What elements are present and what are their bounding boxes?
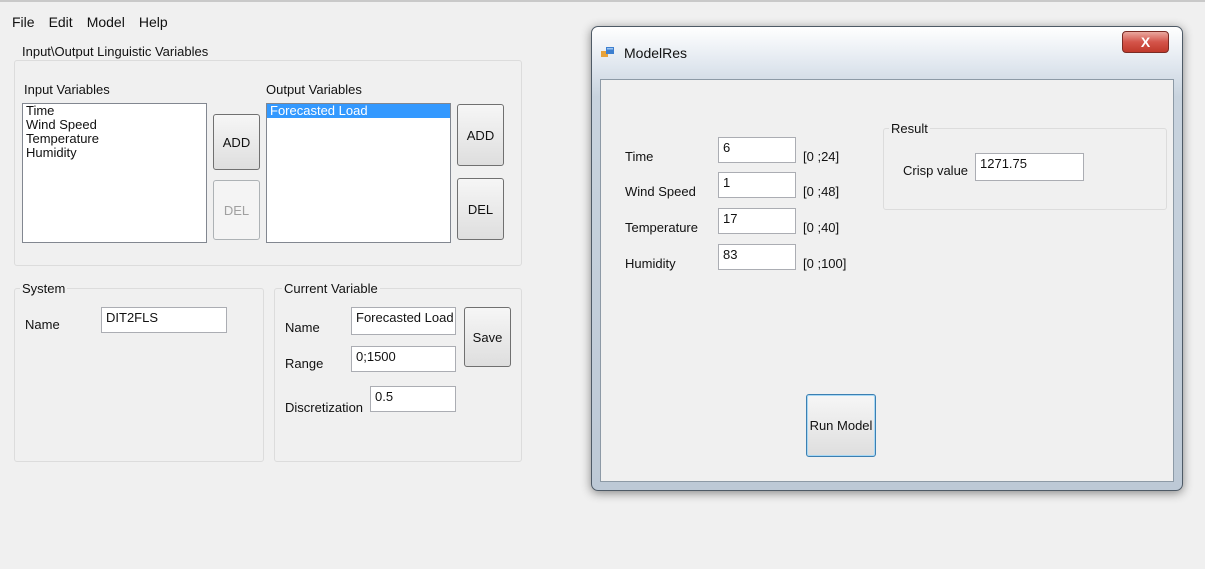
window-app-icon <box>601 47 614 57</box>
time-range: [0 ;24] <box>803 149 840 164</box>
variable-name-label: Name <box>285 320 320 335</box>
humidity-range: [0 ;100] <box>803 256 847 271</box>
run-model-button[interactable]: Run Model <box>806 394 876 457</box>
system-group-title: System <box>20 281 68 296</box>
delete-output-button[interactable]: DEL <box>457 178 504 240</box>
output-variables-list[interactable]: Forecasted Load <box>266 103 451 243</box>
input-variables-list[interactable]: Time Wind Speed Temperature Humidity <box>22 103 207 243</box>
list-item[interactable]: Time <box>23 104 206 118</box>
humidity-input[interactable]: 83 <box>718 244 796 270</box>
save-button[interactable]: Save <box>464 307 511 367</box>
list-item[interactable]: Temperature <box>23 132 206 146</box>
add-input-button[interactable]: ADD <box>213 114 260 170</box>
menu-file[interactable]: File <box>12 14 35 36</box>
wind-speed-input[interactable]: 1 <box>718 172 796 198</box>
menu-help[interactable]: Help <box>139 14 168 36</box>
system-name-label: Name <box>25 317 60 332</box>
variable-name-field[interactable]: Forecasted Load <box>351 307 456 335</box>
menu-edit[interactable]: Edit <box>49 14 73 36</box>
wind-speed-label: Wind Speed <box>625 184 696 199</box>
result-group-title: Result <box>889 121 930 136</box>
list-item[interactable]: Forecasted Load <box>267 104 450 118</box>
time-input[interactable]: 6 <box>718 137 796 163</box>
system-name-field[interactable]: DIT2FLS <box>101 307 227 333</box>
time-label: Time <box>625 149 654 164</box>
temperature-input[interactable]: 17 <box>718 208 796 234</box>
current-variable-group-title: Current Variable <box>282 281 380 296</box>
temperature-range: [0 ;40] <box>803 220 840 235</box>
discretization-field[interactable]: 0.5 <box>370 386 456 412</box>
wind-speed-range: [0 ;48] <box>803 184 840 199</box>
output-variables-label: Output Variables <box>266 82 362 97</box>
discretization-label: Discretization <box>285 400 364 415</box>
list-item[interactable]: Wind Speed <box>23 118 206 132</box>
crisp-value-field[interactable]: 1271.75 <box>975 153 1084 181</box>
list-item[interactable]: Humidity <box>23 146 206 160</box>
input-variables-label: Input Variables <box>24 82 110 97</box>
delete-input-button[interactable]: DEL <box>213 180 260 240</box>
variable-range-field[interactable]: 0;1500 <box>351 346 456 372</box>
crisp-value-label: Crisp value <box>903 163 969 178</box>
variable-range-label: Range <box>285 356 324 371</box>
modelres-window: ModelRes X Time 6 [0 ;24] Wind Speed 1 [… <box>591 26 1183 491</box>
temperature-label: Temperature <box>625 220 698 235</box>
window-client-area: Time 6 [0 ;24] Wind Speed 1 [0 ;48] Temp… <box>600 79 1174 482</box>
menu-bar: File Edit Model Help <box>12 14 168 36</box>
humidity-label: Humidity <box>625 256 676 271</box>
top-border <box>0 0 1205 2</box>
menu-model[interactable]: Model <box>87 14 125 36</box>
window-title: ModelRes <box>624 45 688 61</box>
close-icon[interactable]: X <box>1122 31 1169 53</box>
add-output-button[interactable]: ADD <box>457 104 504 166</box>
io-variables-group-title: Input\Output Linguistic Variables <box>20 44 211 59</box>
